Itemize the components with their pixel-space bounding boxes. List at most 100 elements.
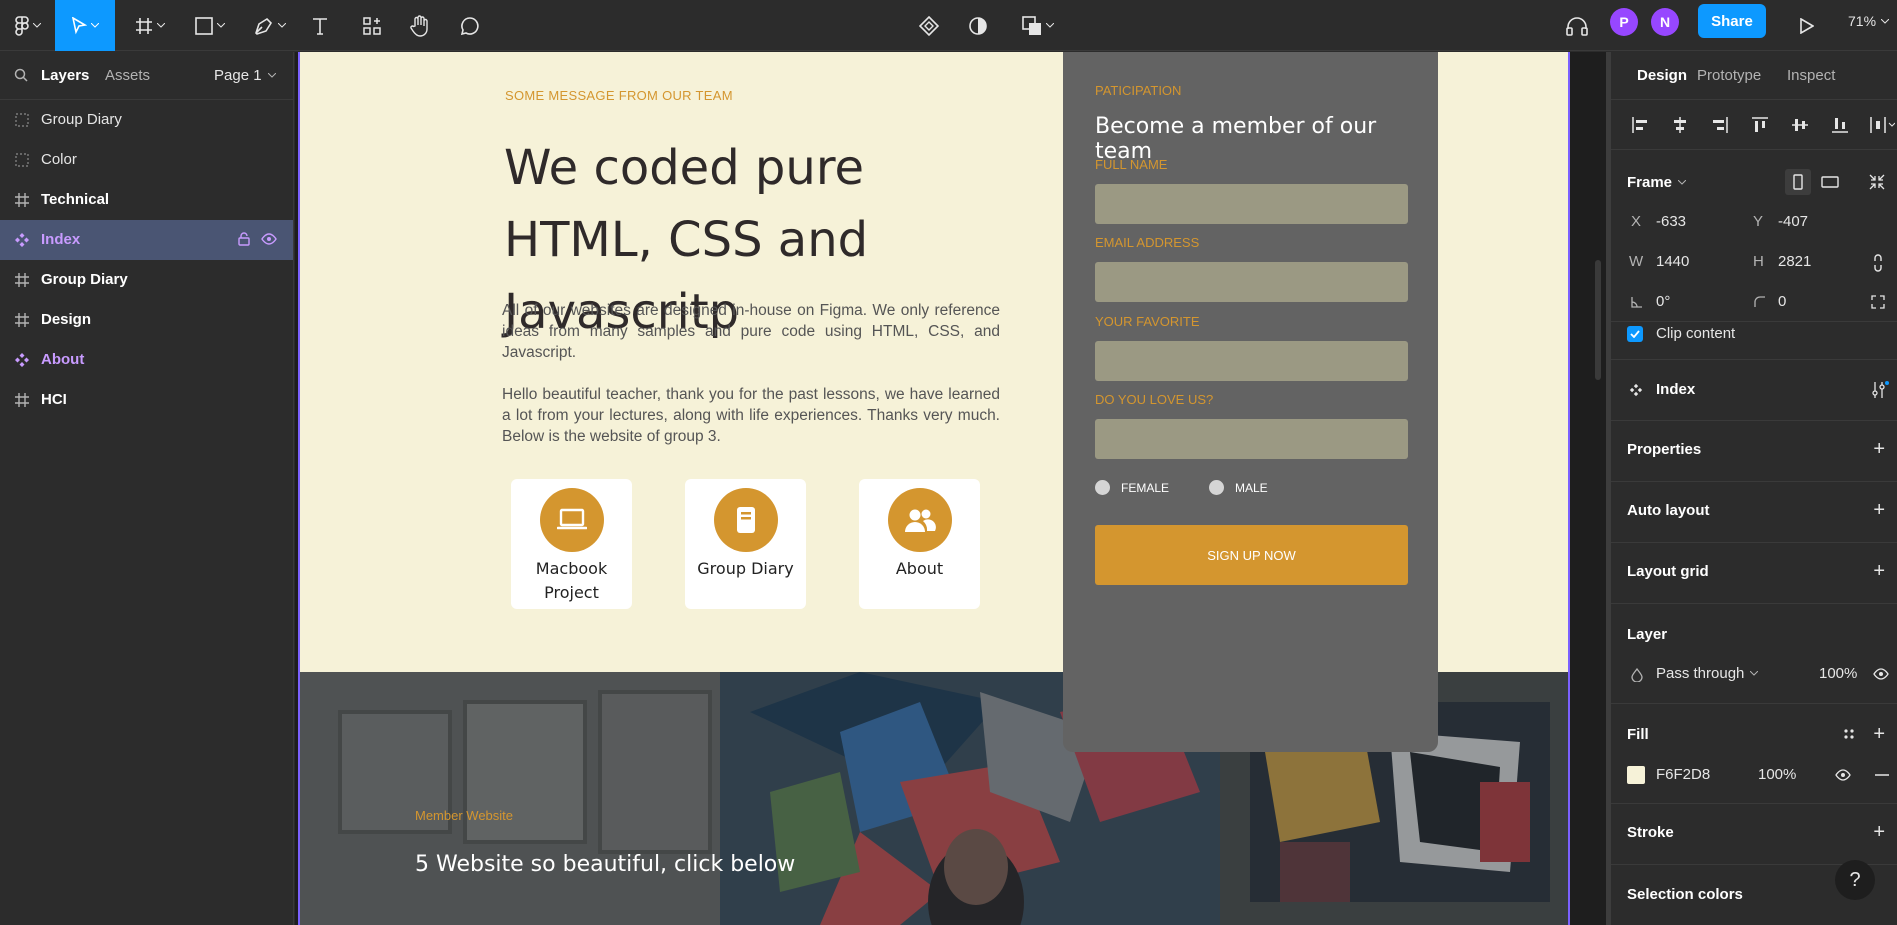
independent-corners-icon[interactable] bbox=[1871, 295, 1885, 309]
layer-name: About bbox=[41, 351, 85, 368]
hand-tool-button[interactable] bbox=[406, 0, 434, 51]
love-us-input[interactable] bbox=[1095, 419, 1408, 459]
layer-group-diary-section[interactable]: Group Diary bbox=[0, 100, 293, 140]
portrait-button[interactable] bbox=[1785, 169, 1811, 195]
add-icon[interactable]: + bbox=[1873, 439, 1885, 459]
tab-layers[interactable]: Layers bbox=[41, 67, 89, 84]
align-vertical-center-icon[interactable] bbox=[1791, 116, 1809, 134]
mask-button[interactable] bbox=[964, 0, 992, 51]
frame-section: Frame X -633 Y -407 W 1440 H 2821 0° 0 bbox=[1611, 151, 1897, 322]
favorite-input[interactable] bbox=[1095, 341, 1408, 381]
resources-button[interactable] bbox=[358, 0, 386, 51]
toolbar: P N Share 71% bbox=[0, 0, 1897, 51]
styles-icon[interactable] bbox=[1843, 728, 1855, 740]
distribute-icon[interactable] bbox=[1869, 116, 1895, 134]
y-field[interactable]: -407 bbox=[1778, 213, 1808, 230]
layer-hci[interactable]: HCI bbox=[0, 380, 293, 420]
create-component-button[interactable] bbox=[915, 0, 943, 51]
radio-label: FEMALE bbox=[1121, 480, 1170, 495]
lock-icon[interactable] bbox=[237, 232, 251, 246]
resize-to-fit-icon[interactable] bbox=[1869, 174, 1885, 190]
canvas[interactable]: SOME MESSAGE FROM OUR TEAM We coded pure… bbox=[295, 52, 1606, 925]
clip-content-checkbox[interactable] bbox=[1627, 326, 1643, 342]
eye-icon[interactable] bbox=[261, 232, 277, 246]
height-field[interactable]: 2821 bbox=[1778, 253, 1811, 270]
chevron-down-icon bbox=[278, 23, 286, 28]
avatar[interactable]: P bbox=[1610, 8, 1638, 36]
fill-hex-field[interactable]: F6F2D8 bbox=[1656, 766, 1710, 783]
x-field[interactable]: -633 bbox=[1656, 213, 1686, 230]
section-title: Layer bbox=[1627, 626, 1668, 643]
text-tool-button[interactable] bbox=[306, 0, 334, 51]
card-macbook-project[interactable]: Macbook Project bbox=[511, 479, 632, 609]
radio-dot bbox=[1095, 480, 1110, 495]
audio-button[interactable] bbox=[1563, 0, 1591, 51]
layer-index[interactable]: Index bbox=[0, 220, 293, 260]
layer-opacity-field[interactable]: 100% bbox=[1819, 665, 1857, 682]
boolean-groups-button[interactable] bbox=[1016, 0, 1060, 51]
rotation-icon bbox=[1631, 297, 1642, 308]
index-frame[interactable]: SOME MESSAGE FROM OUR TEAM We coded pure… bbox=[298, 52, 1570, 925]
avatar[interactable]: N bbox=[1651, 8, 1679, 36]
properties-tabs: Design Prototype Inspect bbox=[1611, 52, 1897, 100]
help-button[interactable]: ? bbox=[1835, 860, 1875, 900]
layer-about[interactable]: About bbox=[0, 340, 293, 380]
width-field[interactable]: 1440 bbox=[1656, 253, 1689, 270]
cursor-icon bbox=[71, 16, 87, 34]
hero-tag: SOME MESSAGE FROM OUR TEAM bbox=[505, 88, 733, 103]
tab-inspect[interactable]: Inspect bbox=[1787, 67, 1835, 84]
landscape-icon[interactable] bbox=[1821, 176, 1839, 188]
fill-color-swatch[interactable] bbox=[1627, 766, 1645, 784]
blend-mode-icon bbox=[1631, 668, 1643, 682]
radio-male[interactable]: MALE bbox=[1209, 480, 1268, 495]
frame-type-dropdown[interactable]: Frame bbox=[1627, 174, 1687, 191]
align-bottom-icon[interactable] bbox=[1831, 116, 1849, 134]
card-about[interactable]: About bbox=[859, 479, 980, 609]
layer-design[interactable]: Design bbox=[0, 300, 293, 340]
comment-tool-button[interactable] bbox=[456, 0, 484, 51]
tab-prototype[interactable]: Prototype bbox=[1697, 67, 1761, 84]
share-button[interactable]: Share bbox=[1698, 4, 1766, 38]
blend-mode-dropdown[interactable]: Pass through bbox=[1656, 665, 1759, 682]
email-input[interactable] bbox=[1095, 262, 1408, 302]
rotation-field[interactable]: 0° bbox=[1656, 293, 1670, 310]
pen-tool-button[interactable] bbox=[248, 0, 292, 51]
add-icon[interactable]: + bbox=[1873, 500, 1885, 520]
tab-assets[interactable]: Assets bbox=[105, 67, 150, 84]
radio-female[interactable]: FEMALE bbox=[1095, 480, 1169, 495]
zoom-dropdown[interactable]: 71% bbox=[1848, 0, 1890, 42]
component-settings-icon[interactable] bbox=[1871, 381, 1889, 399]
constrain-proportions-icon[interactable] bbox=[1873, 254, 1883, 272]
frame-tool-button[interactable] bbox=[128, 0, 172, 51]
properties-section: Properties + bbox=[1611, 421, 1897, 482]
canvas-scrollbar[interactable] bbox=[1595, 260, 1601, 380]
align-right-icon[interactable] bbox=[1711, 116, 1729, 134]
move-tool-button[interactable] bbox=[55, 0, 115, 51]
align-left-icon[interactable] bbox=[1631, 116, 1649, 134]
search-icon[interactable] bbox=[14, 68, 28, 82]
tab-design[interactable]: Design bbox=[1637, 67, 1687, 84]
layer-group-diary-frame[interactable]: Group Diary bbox=[0, 260, 293, 300]
layer-color[interactable]: Color bbox=[0, 140, 293, 180]
layer-technical[interactable]: Technical bbox=[0, 180, 293, 220]
card-group-diary[interactable]: Group Diary bbox=[685, 479, 806, 609]
present-button[interactable] bbox=[1793, 0, 1821, 51]
signup-form-panel: PATICIPATION Become a member of our team… bbox=[1063, 52, 1438, 752]
page-selector[interactable]: Page 1 bbox=[214, 67, 276, 84]
align-horizontal-center-icon[interactable] bbox=[1671, 116, 1689, 134]
corner-radius-field[interactable]: 0 bbox=[1778, 293, 1786, 310]
fill-opacity-field[interactable]: 100% bbox=[1758, 766, 1796, 783]
section-icon bbox=[15, 113, 29, 127]
sign-up-button[interactable]: SIGN UP NOW bbox=[1095, 525, 1408, 585]
main-menu-button[interactable] bbox=[8, 0, 48, 51]
eye-icon[interactable] bbox=[1835, 769, 1851, 781]
remove-icon[interactable] bbox=[1875, 774, 1889, 776]
member-title: 5 Website so beautiful, click below bbox=[415, 852, 796, 877]
add-icon[interactable]: + bbox=[1873, 561, 1885, 581]
add-icon[interactable]: + bbox=[1873, 724, 1885, 744]
add-icon[interactable]: + bbox=[1873, 822, 1885, 842]
align-top-icon[interactable] bbox=[1751, 116, 1769, 134]
shape-tool-button[interactable] bbox=[188, 0, 232, 51]
full-name-input[interactable] bbox=[1095, 184, 1408, 224]
eye-icon[interactable] bbox=[1873, 668, 1889, 680]
